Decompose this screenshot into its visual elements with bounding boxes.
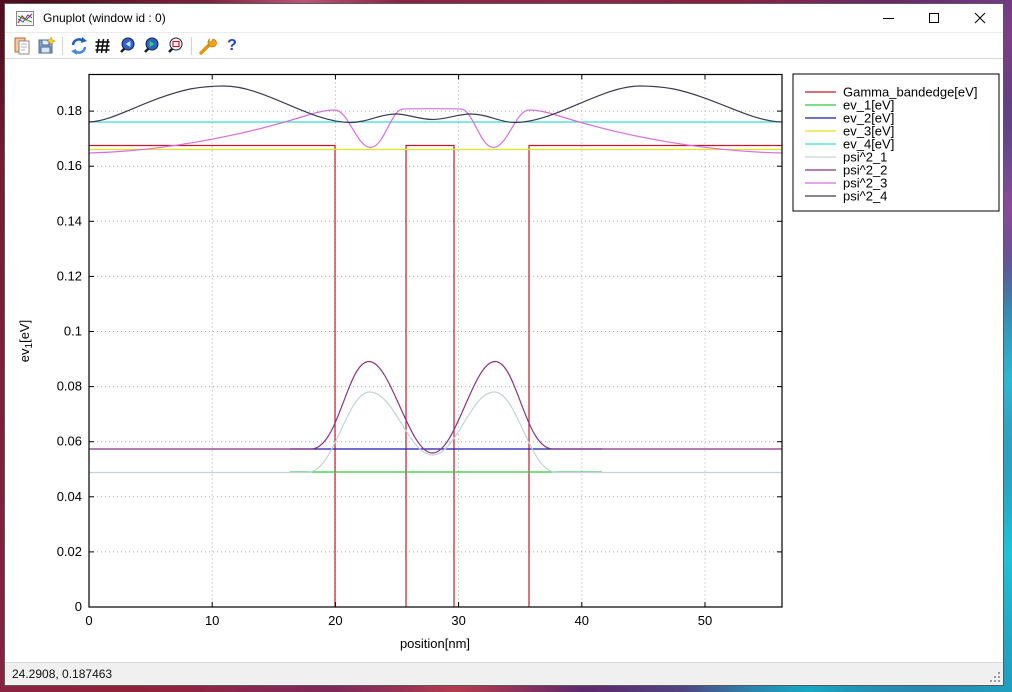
x-tick-label: 40	[575, 613, 589, 628]
toolbar: ?	[5, 32, 1003, 59]
zoom-previous-icon	[117, 36, 137, 56]
y-tick-label: 0.08	[57, 379, 82, 394]
x-axis-label: position[nm]	[400, 636, 470, 651]
close-button[interactable]	[957, 4, 1003, 32]
save-icon	[36, 36, 56, 56]
title-bar[interactable]: Gnuplot (window id : 0)	[5, 4, 1003, 32]
x-tick-label: 0	[85, 613, 92, 628]
help-button[interactable]: ?	[220, 34, 244, 57]
maximize-button[interactable]	[911, 4, 957, 32]
x-tick-label: 30	[451, 613, 465, 628]
curve-psi^2_2	[89, 362, 782, 454]
zoom-next-button[interactable]	[139, 34, 163, 57]
copy-icon	[12, 36, 32, 56]
y-tick-label: 0.18	[57, 103, 82, 118]
plot-canvas[interactable]: 0 10 20 30 40 50 0 0.02 0.04 0.06 0.08 0.1 0.12 0.14 0…	[5, 59, 1003, 662]
curve-Gamma_bandedge[eV]	[89, 146, 782, 608]
copy-button[interactable]	[10, 34, 34, 57]
x-tick-label: 20	[328, 613, 342, 628]
status-bar: 24.2908, 0.187463	[5, 662, 1003, 685]
maximize-icon	[929, 13, 939, 23]
x-tick-label: 10	[205, 613, 219, 628]
legend-label: psi^2_4	[843, 189, 887, 204]
refresh-button[interactable]	[67, 34, 91, 57]
y-tick-label: 0.04	[57, 489, 82, 504]
axis-ticks	[89, 75, 782, 608]
plot-svg: 0 10 20 30 40 50 0 0.02 0.04 0.06 0.08 0.1 0.12 0.14 0…	[5, 59, 1003, 662]
y-tick-label: 0.14	[57, 213, 82, 228]
window-title: Gnuplot (window id : 0)	[43, 11, 166, 25]
toolbar-separator	[191, 37, 192, 55]
y-axis-label: ev1[eV]	[17, 320, 35, 362]
zoom-region-button[interactable]	[163, 34, 187, 57]
axis-tick-labels: 0 10 20 30 40 50 0 0.02 0.04 0.06 0.08 0.1 0.12 0.14 0…	[57, 103, 713, 628]
settings-button[interactable]	[196, 34, 220, 57]
minimize-button[interactable]	[865, 4, 911, 32]
save-button[interactable]	[34, 34, 58, 57]
zoom-region-icon	[165, 36, 185, 56]
grid-button[interactable]	[91, 34, 115, 57]
y-tick-label: 0.06	[57, 434, 82, 449]
y-tick-label: 0.12	[57, 268, 82, 283]
y-tick-label: 0	[75, 599, 82, 614]
y-tick-label: 0.1	[64, 324, 82, 339]
grid-lines	[89, 75, 782, 608]
settings-wrench-icon	[198, 36, 218, 56]
grid-icon	[93, 36, 113, 56]
gnuplot-window: Gnuplot (window id : 0)	[4, 3, 1004, 686]
cursor-coordinates: 24.2908, 0.187463	[12, 667, 112, 681]
zoom-previous-button[interactable]	[115, 34, 139, 57]
help-icon: ?	[227, 37, 237, 55]
curve-psi^2_4	[89, 86, 782, 123]
minimize-icon	[883, 18, 894, 19]
plot-border	[89, 75, 782, 608]
toolbar-separator	[62, 37, 63, 55]
plot-curves	[89, 86, 782, 607]
y-tick-label: 0.02	[57, 544, 82, 559]
gnuplot-app-icon	[16, 11, 34, 26]
curve-psi^2_3	[89, 109, 782, 153]
resize-grip-icon[interactable]	[989, 671, 1001, 683]
x-tick-label: 50	[698, 613, 712, 628]
close-icon	[974, 12, 986, 24]
y-tick-label: 0.16	[57, 158, 82, 173]
refresh-icon	[69, 36, 89, 56]
zoom-next-icon	[141, 36, 161, 56]
curve-psi^2_1	[89, 392, 782, 473]
